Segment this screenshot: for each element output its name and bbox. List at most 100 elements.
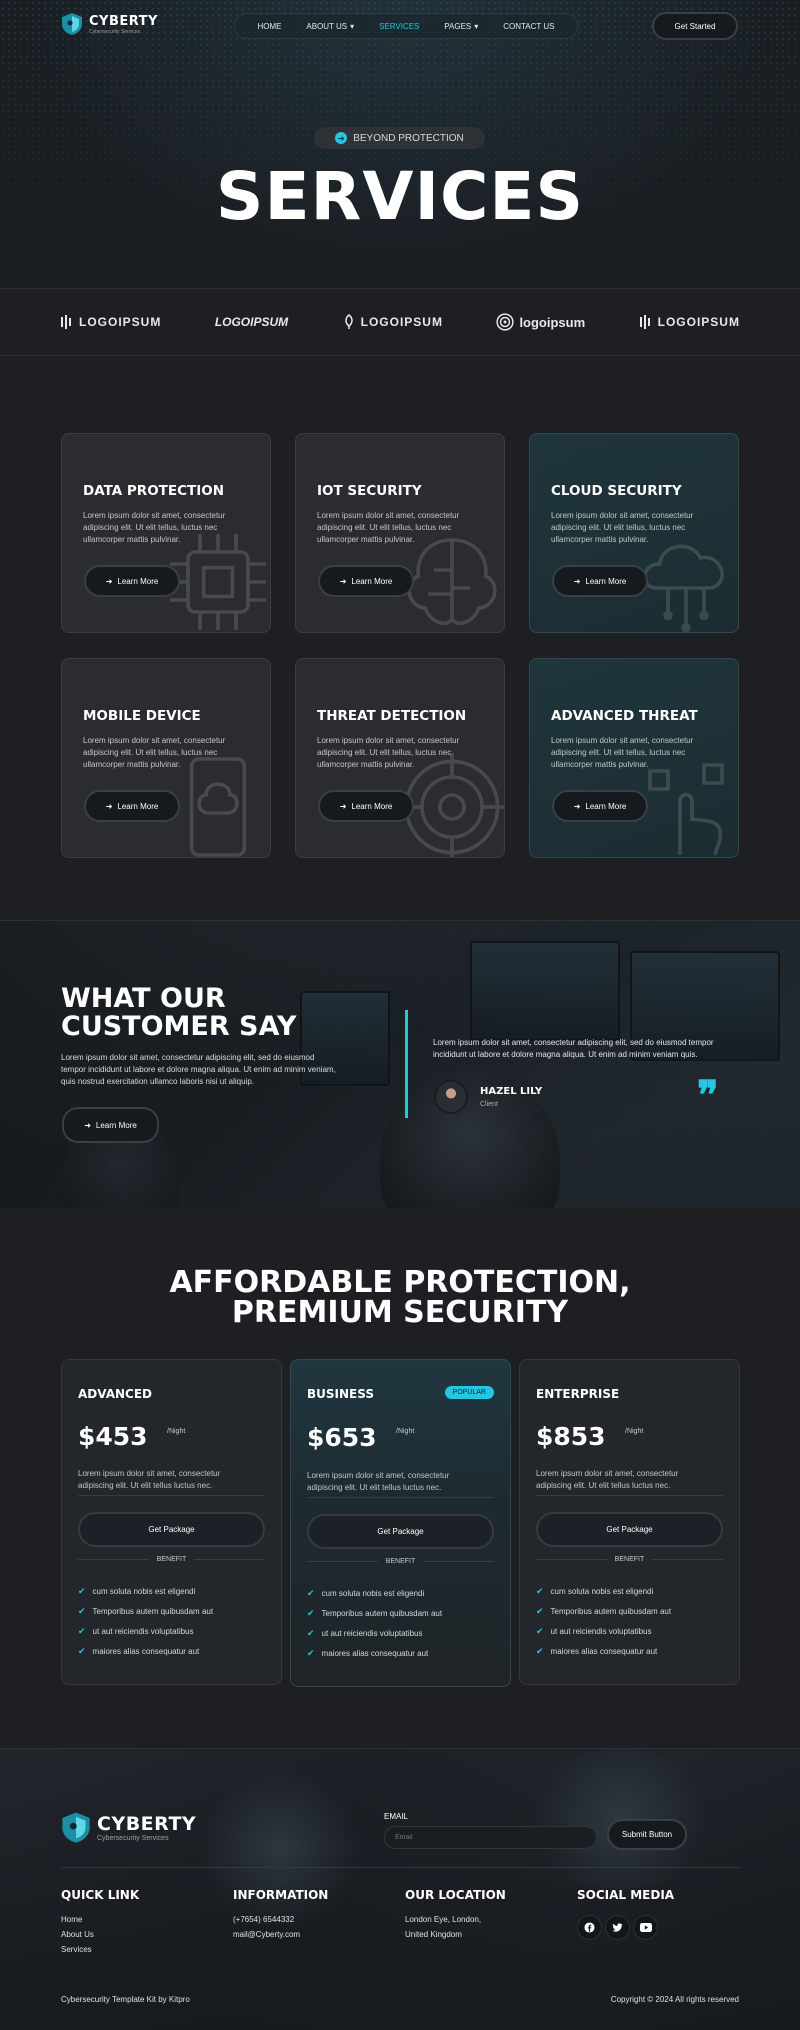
arrow-right-icon: ➜ <box>339 576 347 586</box>
plan-period: /Night <box>167 1428 186 1435</box>
popular-badge: POPULAR <box>444 1386 494 1399</box>
plan-feature: ✔ ut aut reiciendis voluptatibus <box>536 1626 652 1637</box>
copyright-text: Copyright © 2024 All rights reserved <box>610 1995 739 2004</box>
brand-tagline: Cybersecurity Services <box>89 28 141 35</box>
email-input[interactable] <box>384 1826 597 1849</box>
service-title: CLOUD SECURITY <box>551 483 682 499</box>
nav-contact-us[interactable]: CONTACT US <box>503 22 554 31</box>
service-description: Lorem ipsum dolor sit amet, consectetur … <box>551 511 694 544</box>
service-card-threat-detection: THREAT DETECTION Lorem ipsum dolor sit a… <box>295 658 505 858</box>
partner-logo-text: LOGOIPSUM <box>214 315 289 329</box>
feature-text: maiores alias consequatur aut <box>550 1647 658 1656</box>
service-description: Lorem ipsum dolor sit amet, consectetur … <box>317 511 460 544</box>
plan-feature: ✔ ut aut reiciendis voluptatibus <box>307 1628 423 1639</box>
background-monitor <box>470 941 620 1041</box>
twitter-icon <box>612 1922 623 1932</box>
information-heading: INFORMATION <box>233 1888 329 1902</box>
partner-logo-text: logoipsum <box>519 314 586 330</box>
arrow-right-icon: ➜ <box>335 132 348 144</box>
circle-logo-icon <box>496 313 515 331</box>
nav-pages-label: PAGES <box>444 21 472 31</box>
learn-more-button[interactable]: ➜ Learn More <box>318 790 414 822</box>
nav-pages[interactable]: PAGES ▾ <box>444 22 478 31</box>
footer-link-about-us[interactable]: About Us <box>61 1927 94 1942</box>
plan-feature: ✔ maiores alias consequatur aut <box>536 1646 657 1657</box>
check-icon: ✔ <box>536 1646 544 1656</box>
footer-link-services[interactable]: Services <box>61 1942 94 1957</box>
plan-feature: ✔ cum soluta nobis est eligendi <box>307 1588 424 1599</box>
information-list: (+7654) 6544332 mail@Cyberty.com <box>233 1912 300 1942</box>
check-icon: ✔ <box>307 1588 315 1598</box>
check-icon: ✔ <box>78 1646 86 1656</box>
feature-text: ut aut reiciendis voluptatibus <box>92 1627 194 1636</box>
learn-more-button[interactable]: ➜ Learn More <box>84 790 180 822</box>
submit-button[interactable]: Submit Button <box>607 1819 687 1850</box>
brand-logo[interactable]: CYBERTY Cybersecurity Services <box>61 12 158 36</box>
address-line: London Eye, London, <box>405 1915 482 1924</box>
nav-home-label: HOME <box>257 21 282 31</box>
partner-logo: logoipsum <box>496 313 585 331</box>
get-package-button[interactable]: Get Package <box>78 1512 265 1547</box>
plan-description: Lorem ipsum dolor sit amet, consectetur … <box>536 1469 679 1490</box>
footer-link-home[interactable]: Home <box>61 1912 94 1927</box>
nav-contact-label: CONTACT US <box>503 21 555 31</box>
nav-about-us[interactable]: ABOUT US ▾ <box>306 22 354 31</box>
plan-feature: ✔ Temporibus autem quibusdam aut <box>307 1608 442 1619</box>
learn-more-button[interactable]: ➜ Learn More <box>84 565 180 597</box>
email-label: EMAIL <box>384 1812 409 1821</box>
plan-feature: ✔ ut aut reiciendis voluptatibus <box>78 1626 194 1637</box>
learn-more-button[interactable]: ➜ Learn More <box>318 565 414 597</box>
phone-number: (+7654) 6544332 <box>233 1915 295 1924</box>
service-description: Lorem ipsum dolor sit amet, consectetur … <box>317 736 460 769</box>
facebook-icon <box>584 1922 595 1933</box>
partner-logo-text: LOGOIPSUM <box>360 315 443 329</box>
brand-tagline: Cybersecurity Services <box>97 1835 169 1842</box>
plan-price: $653 <box>307 1423 377 1452</box>
service-card-advanced-threat: ADVANCED THREAT Lorem ipsum dolor sit am… <box>529 658 739 858</box>
plan-feature: ✔ cum soluta nobis est eligendi <box>536 1586 653 1597</box>
learn-more-button[interactable]: ➜ Learn More <box>552 565 648 597</box>
youtube-icon <box>639 1923 652 1932</box>
brand-name: CYBERTY <box>97 1813 197 1835</box>
check-icon: ✔ <box>78 1586 86 1596</box>
shield-logo-icon <box>62 13 82 35</box>
youtube-button[interactable] <box>633 1915 658 1940</box>
get-package-button[interactable]: Get Package <box>307 1514 494 1549</box>
plan-period: /Night <box>625 1428 644 1435</box>
main-menu: HOME ABOUT US ▾ SERVICES PAGES ▾ CONTACT U… <box>234 13 578 39</box>
feature-text: Temporibus autem quibusdam aut <box>92 1607 214 1616</box>
learn-more-button[interactable]: ➜ Learn More <box>552 790 648 822</box>
brand-name: CYBERTY <box>89 13 158 29</box>
partner-logos: LOGOIPSUM LOGOIPSUM LOGOIPSUM logoipsum … <box>0 288 800 356</box>
pricing-card-business: BUSINESS POPULAR $653 /Night Lorem ipsum… <box>290 1359 511 1687</box>
avatar <box>434 1080 468 1114</box>
arrow-right-icon: ➜ <box>339 801 347 811</box>
pricing-heading: AFFORDABLE PROTECTION, PREMIUM SECURITY <box>0 1268 800 1328</box>
testimonial-learn-more-button[interactable]: ➜ Learn More <box>62 1107 159 1143</box>
feature-text: ut aut reiciendis voluptatibus <box>550 1627 652 1636</box>
get-started-button[interactable]: Get Started <box>652 12 738 40</box>
feature-text: Temporibus autem quibusdam aut <box>321 1609 443 1618</box>
plan-feature: ✔ cum soluta nobis est eligendi <box>78 1586 195 1597</box>
partner-logo-text: LOGOIPSUM <box>657 315 740 329</box>
leaf-logo-icon <box>344 314 353 329</box>
plan-feature: ✔ Temporibus autem quibusdam aut <box>536 1606 671 1617</box>
facebook-button[interactable] <box>577 1915 602 1940</box>
background-blur <box>200 1769 360 1929</box>
service-card-mobile-device: MOBILE DEVICE Lorem ipsum dolor sit amet… <box>61 658 271 858</box>
partner-logo: LOGOIPSUM <box>342 314 443 330</box>
footer-brand-logo[interactable]: CYBERTY Cybersecurity Services <box>61 1811 196 1844</box>
plan-period: /Night <box>396 1428 415 1435</box>
service-card-cloud-security: CLOUD SECURITY Lorem ipsum dolor sit ame… <box>529 433 739 633</box>
nav-home[interactable]: HOME <box>257 22 281 31</box>
feature-text: Temporibus autem quibusdam aut <box>550 1607 672 1616</box>
service-title: ADVANCED THREAT <box>551 708 698 724</box>
nav-about-label: ABOUT US <box>306 21 348 31</box>
nav-services[interactable]: SERVICES <box>379 22 419 31</box>
email-address[interactable]: mail@Cyberty.com <box>233 1927 300 1942</box>
top-navigation: CYBERTY Cybersecurity Services HOME ABOU… <box>0 12 800 40</box>
hero-pill-text: BEYOND PROTECTION <box>353 132 464 144</box>
get-package-button[interactable]: Get Package <box>536 1512 723 1547</box>
twitter-button[interactable] <box>605 1915 630 1940</box>
plan-feature: ✔ Temporibus autem quibusdam aut <box>78 1606 213 1617</box>
